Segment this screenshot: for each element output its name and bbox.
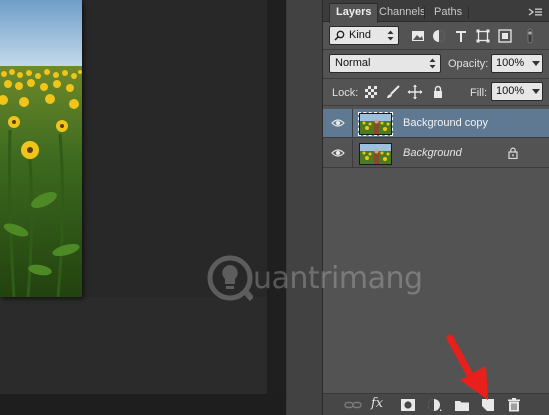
panel-menu-icon[interactable] [528, 8, 542, 16]
lock-image-pixels-icon[interactable] [385, 84, 401, 100]
layer-name[interactable]: Background [403, 147, 462, 159]
adjustment-layer-filter-icon[interactable] [431, 28, 447, 44]
panel-tab-bar: Layers Channels Paths [323, 0, 549, 23]
layer-row-background-copy[interactable]: Background copy [323, 109, 549, 138]
document-canvas[interactable] [0, 0, 267, 415]
pixel-layer-filter-icon[interactable] [410, 28, 426, 44]
new-layer-icon[interactable] [479, 397, 497, 413]
layer-thumbnail [359, 143, 392, 165]
opacity-dropdown-arrow[interactable] [532, 61, 540, 66]
layers-list: Background copy Background [323, 107, 549, 391]
sunflower-thumbnail [360, 144, 391, 164]
fill-label: Fill: [470, 87, 488, 99]
lock-all-icon[interactable] [430, 84, 446, 100]
blend-mode-row: Normal Opacity: 100% [323, 51, 549, 77]
tab-layers[interactable]: Layers [329, 3, 379, 23]
stepper-arrows-icon [429, 58, 436, 69]
lock-label: Lock: [332, 87, 359, 99]
row-divider [323, 78, 549, 79]
layer-lock-icon [508, 147, 518, 159]
type-layer-filter-icon[interactable] [453, 28, 469, 44]
add-mask-icon[interactable] [399, 397, 417, 413]
opacity-value: 100% [496, 57, 525, 69]
search-icon [334, 30, 345, 41]
filter-kind-select[interactable]: Kind [329, 26, 399, 45]
eye-icon [331, 119, 345, 127]
tab-divider [468, 7, 469, 19]
row-divider [323, 49, 549, 50]
lock-position-icon[interactable] [407, 84, 423, 100]
link-layers-icon[interactable] [344, 397, 362, 413]
sunflower-field-image[interactable] [0, 0, 82, 297]
layers-panel: Layers Channels Paths Kind Normal Opacit… [322, 0, 549, 415]
fill-field[interactable]: 100% [491, 82, 543, 101]
canvas-pasteboard [0, 297, 267, 394]
panel-dock-gap [286, 0, 322, 415]
opacity-field[interactable]: 100% [491, 54, 543, 73]
canvas-scrollbar[interactable] [267, 0, 286, 394]
layer-row-background[interactable]: Background [323, 139, 549, 168]
lock-row: Lock: Fill: 100% [323, 80, 549, 103]
tab-paths[interactable]: Paths [428, 4, 468, 22]
canvas-status-bar [0, 394, 286, 415]
opacity-label: Opacity: [448, 58, 489, 70]
visibility-toggle[interactable] [323, 109, 353, 138]
fill-value: 100% [496, 85, 525, 97]
blend-mode-value: Normal [335, 57, 371, 69]
eye-icon [331, 149, 345, 157]
adjustment-layer-icon[interactable] [426, 397, 444, 413]
fill-dropdown-arrow[interactable] [532, 89, 540, 94]
shape-layer-filter-icon[interactable] [475, 28, 491, 44]
lock-transparent-pixels-icon[interactable] [363, 84, 379, 100]
filter-toggle-icon[interactable] [522, 28, 538, 44]
layer-filter-row: Kind [323, 23, 549, 49]
layers-bottom-toolbar: fx [323, 393, 549, 415]
visibility-toggle[interactable] [323, 139, 353, 168]
new-group-icon[interactable] [453, 397, 471, 413]
row-divider [323, 105, 549, 106]
stepper-arrows-icon [387, 30, 394, 41]
tab-divider [424, 7, 425, 19]
blend-mode-select[interactable]: Normal [329, 54, 441, 73]
layer-thumbnail [358, 112, 393, 136]
smart-object-filter-icon[interactable] [497, 28, 513, 44]
fx-icon[interactable]: fx [371, 396, 389, 412]
sunflower-thumbnail [360, 114, 391, 134]
delete-layer-icon[interactable] [505, 397, 523, 413]
filter-kind-label: Kind [349, 29, 372, 41]
layer-name[interactable]: Background copy [403, 117, 488, 129]
tab-channels[interactable]: Channels [373, 4, 431, 22]
sunflower-photo [0, 0, 82, 297]
